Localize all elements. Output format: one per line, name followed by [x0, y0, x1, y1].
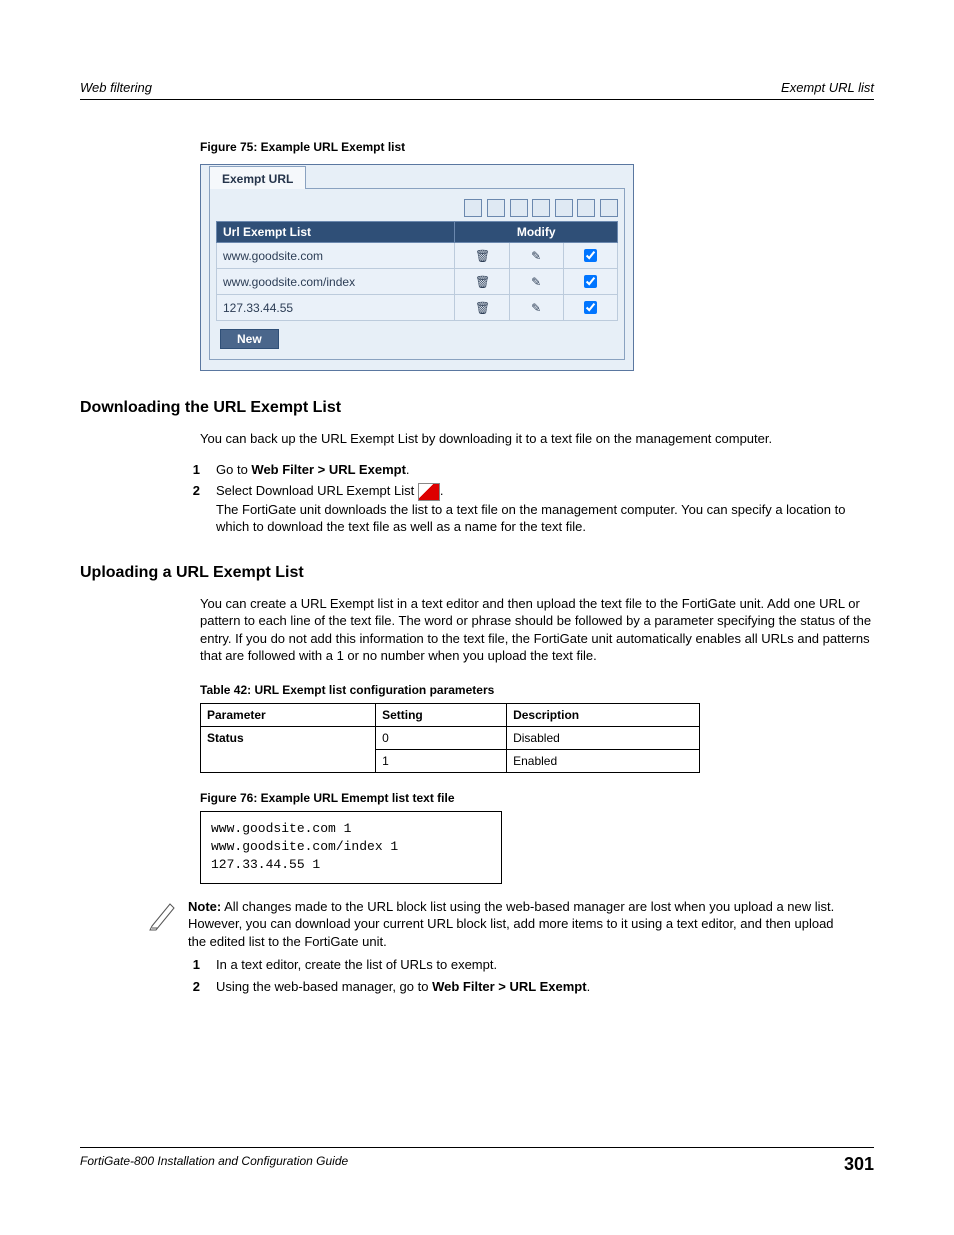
header-right: Exempt URL list — [781, 80, 874, 95]
td-desc-disabled: Disabled — [507, 726, 700, 749]
exempt-url-screenshot: Exempt URL Url Exempt List Modify — [200, 164, 634, 371]
table-row: www.goodsite.com/index 🗑 ✎ — [217, 269, 618, 295]
page-number: 301 — [844, 1154, 874, 1175]
table-row: www.goodsite.com 🗑 ✎ — [217, 243, 618, 269]
table-42-caption: Table 42: URL Exempt list configuration … — [200, 683, 874, 697]
step-text: Go to Web Filter > URL Exempt. — [216, 461, 864, 479]
col-modify-header: Modify — [455, 222, 618, 243]
download-list-icon — [418, 483, 440, 501]
td-desc-enabled: Enabled — [507, 749, 700, 772]
edit-icon[interactable]: ✎ — [529, 249, 543, 263]
delete-icon[interactable]: 🗑 — [475, 249, 489, 263]
toolbar-icon-1[interactable] — [464, 199, 482, 217]
th-parameter: Parameter — [201, 703, 376, 726]
toolbar-icon-6[interactable] — [577, 199, 595, 217]
toolbar — [216, 195, 618, 221]
table-42: Parameter Setting Description Status 0 D… — [200, 703, 700, 773]
table-row: 127.33.44.55 🗑 ✎ — [217, 295, 618, 321]
step-number: 2 — [160, 482, 216, 536]
th-description: Description — [507, 703, 700, 726]
step-number: 1 — [160, 461, 216, 479]
delete-icon[interactable]: 🗑 — [475, 275, 489, 289]
step-number: 2 — [160, 978, 216, 996]
toolbar-icon-5[interactable] — [555, 199, 573, 217]
section-download-heading: Downloading the URL Exempt List — [80, 399, 874, 417]
note-block: Note: All changes made to the URL block … — [140, 898, 874, 951]
upload-steps: 1 In a text editor, create the list of U… — [160, 956, 874, 995]
running-header: Web filtering Exempt URL list — [80, 80, 874, 100]
enable-checkbox[interactable] — [584, 301, 597, 314]
step-text: Select Download URL Exempt List . The Fo… — [216, 482, 864, 536]
page-footer: FortiGate-800 Installation and Configura… — [80, 1147, 874, 1175]
td-setting-0: 0 — [376, 726, 507, 749]
figure-76-caption: Figure 76: Example URL Emempt list text … — [200, 791, 874, 805]
edit-icon[interactable]: ✎ — [529, 275, 543, 289]
edit-icon[interactable]: ✎ — [529, 301, 543, 315]
section-upload-heading: Uploading a URL Exempt List — [80, 564, 874, 582]
delete-icon[interactable]: 🗑 — [475, 301, 489, 315]
url-exempt-table: Url Exempt List Modify www.goodsite.com … — [216, 221, 618, 321]
figure-75-caption: Figure 75: Example URL Exempt list — [200, 140, 874, 154]
example-text-file: www.goodsite.com 1 www.goodsite.com/inde… — [200, 811, 502, 884]
td-setting-1: 1 — [376, 749, 507, 772]
url-cell: www.goodsite.com — [217, 243, 455, 269]
url-cell: www.goodsite.com/index — [217, 269, 455, 295]
toolbar-icon-7[interactable] — [600, 199, 618, 217]
header-left: Web filtering — [80, 80, 152, 95]
exempt-url-tab[interactable]: Exempt URL — [209, 166, 306, 189]
footer-title: FortiGate-800 Installation and Configura… — [80, 1154, 348, 1175]
url-cell: 127.33.44.55 — [217, 295, 455, 321]
toolbar-icon-4[interactable] — [532, 199, 550, 217]
note-icon — [140, 898, 188, 937]
new-button[interactable]: New — [220, 329, 279, 349]
upload-intro: You can create a URL Exempt list in a te… — [200, 595, 874, 665]
enable-checkbox[interactable] — [584, 275, 597, 288]
enable-checkbox[interactable] — [584, 249, 597, 262]
step-text: In a text editor, create the list of URL… — [216, 956, 864, 974]
step-text: Using the web-based manager, go to Web F… — [216, 978, 864, 996]
step-number: 1 — [160, 956, 216, 974]
th-setting: Setting — [376, 703, 507, 726]
td-status: Status — [201, 726, 376, 772]
toolbar-icon-2[interactable] — [487, 199, 505, 217]
col-url-header: Url Exempt List — [217, 222, 455, 243]
note-text: Note: All changes made to the URL block … — [188, 898, 854, 951]
download-steps: 1 Go to Web Filter > URL Exempt. 2 Selec… — [160, 461, 874, 536]
download-intro: You can back up the URL Exempt List by d… — [200, 430, 874, 448]
toolbar-icon-3[interactable] — [510, 199, 528, 217]
